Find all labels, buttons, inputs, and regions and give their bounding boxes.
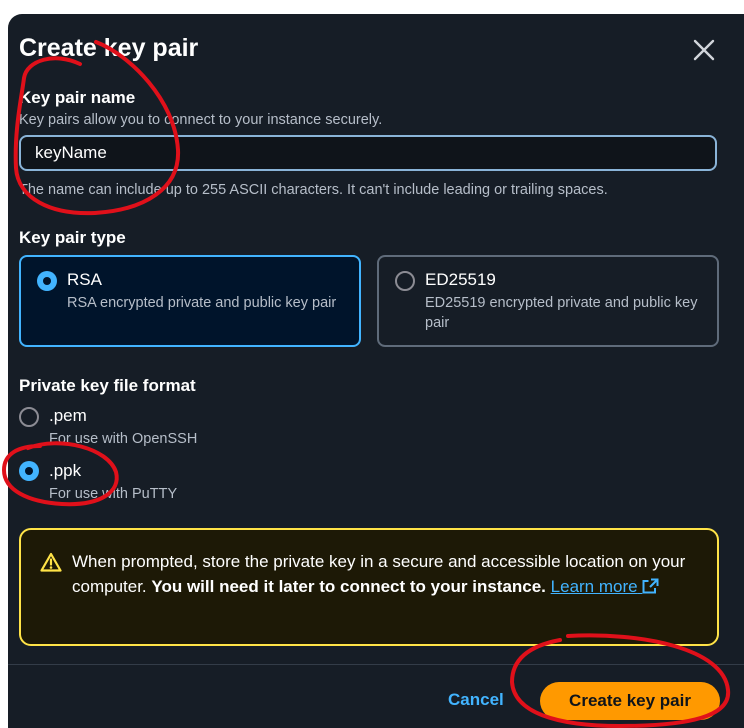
alert-message: When prompted, store the private key in …: [72, 549, 702, 599]
external-link-icon: [642, 578, 659, 594]
warning-triangle-icon: [40, 552, 62, 572]
ed25519-radio[interactable]: [395, 271, 415, 291]
key-pair-name-label: Key pair name: [19, 88, 136, 107]
key-pair-name-description: Key pairs allow you to connect to your i…: [19, 112, 383, 128]
key-type-option-rsa[interactable]: RSA RSA encrypted private and public key…: [19, 255, 361, 347]
cancel-button[interactable]: Cancel: [436, 684, 516, 716]
learn-more-label: Learn more: [550, 577, 638, 596]
ppk-title: .ppk: [49, 461, 82, 480]
dialog-title: Create key pair: [19, 34, 199, 62]
private-key-format-label: Private key file format: [19, 376, 196, 395]
key-type-option-ed25519[interactable]: ED25519 ED25519 encrypted private and pu…: [377, 255, 719, 347]
ed25519-title: ED25519: [425, 270, 496, 289]
ppk-radio[interactable]: [19, 461, 39, 481]
alert-bold-text: You will need it later to connect to you…: [151, 577, 546, 596]
close-icon: [693, 39, 715, 61]
close-button[interactable]: [686, 32, 722, 68]
footer-divider: [8, 664, 744, 665]
rsa-title: RSA: [67, 270, 102, 289]
learn-more-link[interactable]: Learn more: [551, 577, 660, 596]
pem-radio[interactable]: [19, 407, 39, 427]
key-pair-type-label: Key pair type: [19, 228, 126, 247]
key-pair-name-constraint: The name can include up to 255 ASCII cha…: [19, 182, 608, 198]
ed25519-description: ED25519 encrypted private and public key…: [425, 295, 698, 331]
create-key-pair-button[interactable]: Create key pair: [540, 682, 720, 720]
warning-alert: When prompted, store the private key in …: [19, 528, 719, 646]
create-key-pair-dialog: Create key pair Key pair name Key pairs …: [8, 14, 744, 728]
pem-description: For use with OpenSSH: [49, 431, 198, 447]
rsa-description: RSA encrypted private and public key pai…: [67, 295, 337, 311]
key-pair-name-input[interactable]: [19, 135, 717, 171]
pem-title: .pem: [49, 406, 87, 425]
rsa-radio[interactable]: [37, 271, 57, 291]
ppk-description: For use with PuTTY: [49, 486, 178, 502]
